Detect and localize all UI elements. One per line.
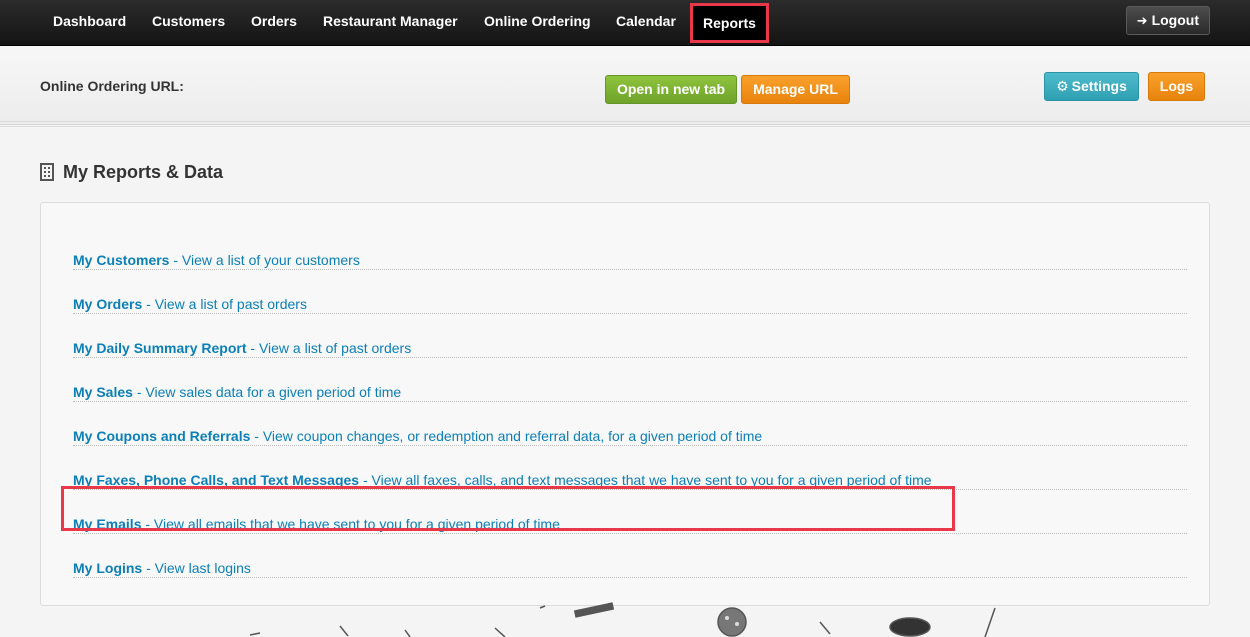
nav-dashboard[interactable]: Dashboard (53, 0, 126, 42)
building-icon (40, 163, 54, 181)
reports-panel: My Customers - View a list of your custo… (40, 202, 1210, 606)
sign-out-icon: ➜ (1136, 13, 1148, 28)
divider (0, 126, 1250, 127)
report-title: My Customers (73, 252, 170, 268)
report-link[interactable]: My Emails - View all emails that we have… (73, 514, 560, 534)
nav-calendar[interactable]: Calendar (616, 0, 676, 42)
report-link[interactable]: My Daily Summary Report - View a list of… (73, 338, 411, 358)
report-item-coupons-referrals[interactable]: My Coupons and Referrals - View coupon c… (73, 402, 1187, 446)
page-title: My Reports & Data (63, 161, 224, 182)
manage-url-button[interactable]: Manage URL (741, 75, 850, 104)
report-description: - View a list of your customers (169, 252, 360, 268)
settings-button[interactable]: ⚙ Settings (1044, 72, 1139, 101)
report-link[interactable]: My Coupons and Referrals - View coupon c… (73, 426, 762, 446)
nav-reports[interactable]: Reports (690, 3, 769, 43)
settings-label: Settings (1071, 78, 1127, 94)
divider (0, 121, 1250, 122)
top-nav: Dashboard Customers Orders Restaurant Ma… (0, 0, 1250, 46)
report-title: My Daily Summary Report (73, 340, 247, 356)
section-heading: My Reports & Data (40, 160, 223, 184)
report-link[interactable]: My Customers - View a list of your custo… (73, 250, 360, 270)
logs-button[interactable]: Logs (1148, 72, 1205, 101)
report-link[interactable]: My Sales - View sales data for a given p… (73, 382, 401, 402)
report-item-orders[interactable]: My Orders - View a list of past orders (73, 270, 1187, 314)
report-description: - View a list of past orders (142, 296, 307, 312)
nav-customers[interactable]: Customers (152, 0, 225, 42)
report-title: My Coupons and Referrals (73, 428, 251, 444)
report-item-faxes-calls-texts[interactable]: My Faxes, Phone Calls, and Text Messages… (73, 446, 1187, 490)
online-ordering-url-label: Online Ordering URL: (40, 78, 184, 94)
report-description: - View coupon changes, or redemption and… (250, 428, 763, 444)
nav-restaurant-manager[interactable]: Restaurant Manager (323, 0, 458, 42)
gear-icon: ⚙ (1056, 78, 1069, 94)
nav-online-ordering[interactable]: Online Ordering (484, 0, 591, 42)
report-description: - View last logins (142, 560, 251, 576)
report-title: My Faxes, Phone Calls, and Text Messages (73, 472, 360, 488)
report-title: My Logins (73, 560, 143, 576)
report-item-sales[interactable]: My Sales - View sales data for a given p… (73, 358, 1187, 402)
logout-button[interactable]: ➜ Logout (1125, 6, 1210, 35)
report-item-logins[interactable]: My Logins - View last logins (73, 534, 1187, 578)
decorative-illustration (249, 602, 996, 637)
report-link[interactable]: My Logins - View last logins (73, 558, 251, 578)
report-description: - View all emails that we have sent to y… (141, 516, 560, 532)
report-item-customers[interactable]: My Customers - View a list of your custo… (73, 226, 1187, 270)
report-description: - View all faxes, calls, and text messag… (359, 472, 932, 488)
report-link[interactable]: My Orders - View a list of past orders (73, 294, 307, 314)
report-description: - View sales data for a given period of … (132, 384, 402, 400)
report-item-daily-summary[interactable]: My Daily Summary Report - View a list of… (73, 314, 1187, 358)
logout-label: Logout (1151, 12, 1199, 28)
report-title: My Emails (73, 516, 142, 532)
nav-orders[interactable]: Orders (251, 0, 297, 42)
report-link[interactable]: My Faxes, Phone Calls, and Text Messages… (73, 470, 932, 490)
report-title: My Orders (73, 296, 143, 312)
report-description: - View a list of past orders (246, 340, 412, 356)
report-item-emails[interactable]: My Emails - View all emails that we have… (73, 490, 1187, 534)
report-title: My Sales (73, 384, 133, 400)
open-in-new-tab-button[interactable]: Open in new tab (605, 75, 737, 104)
